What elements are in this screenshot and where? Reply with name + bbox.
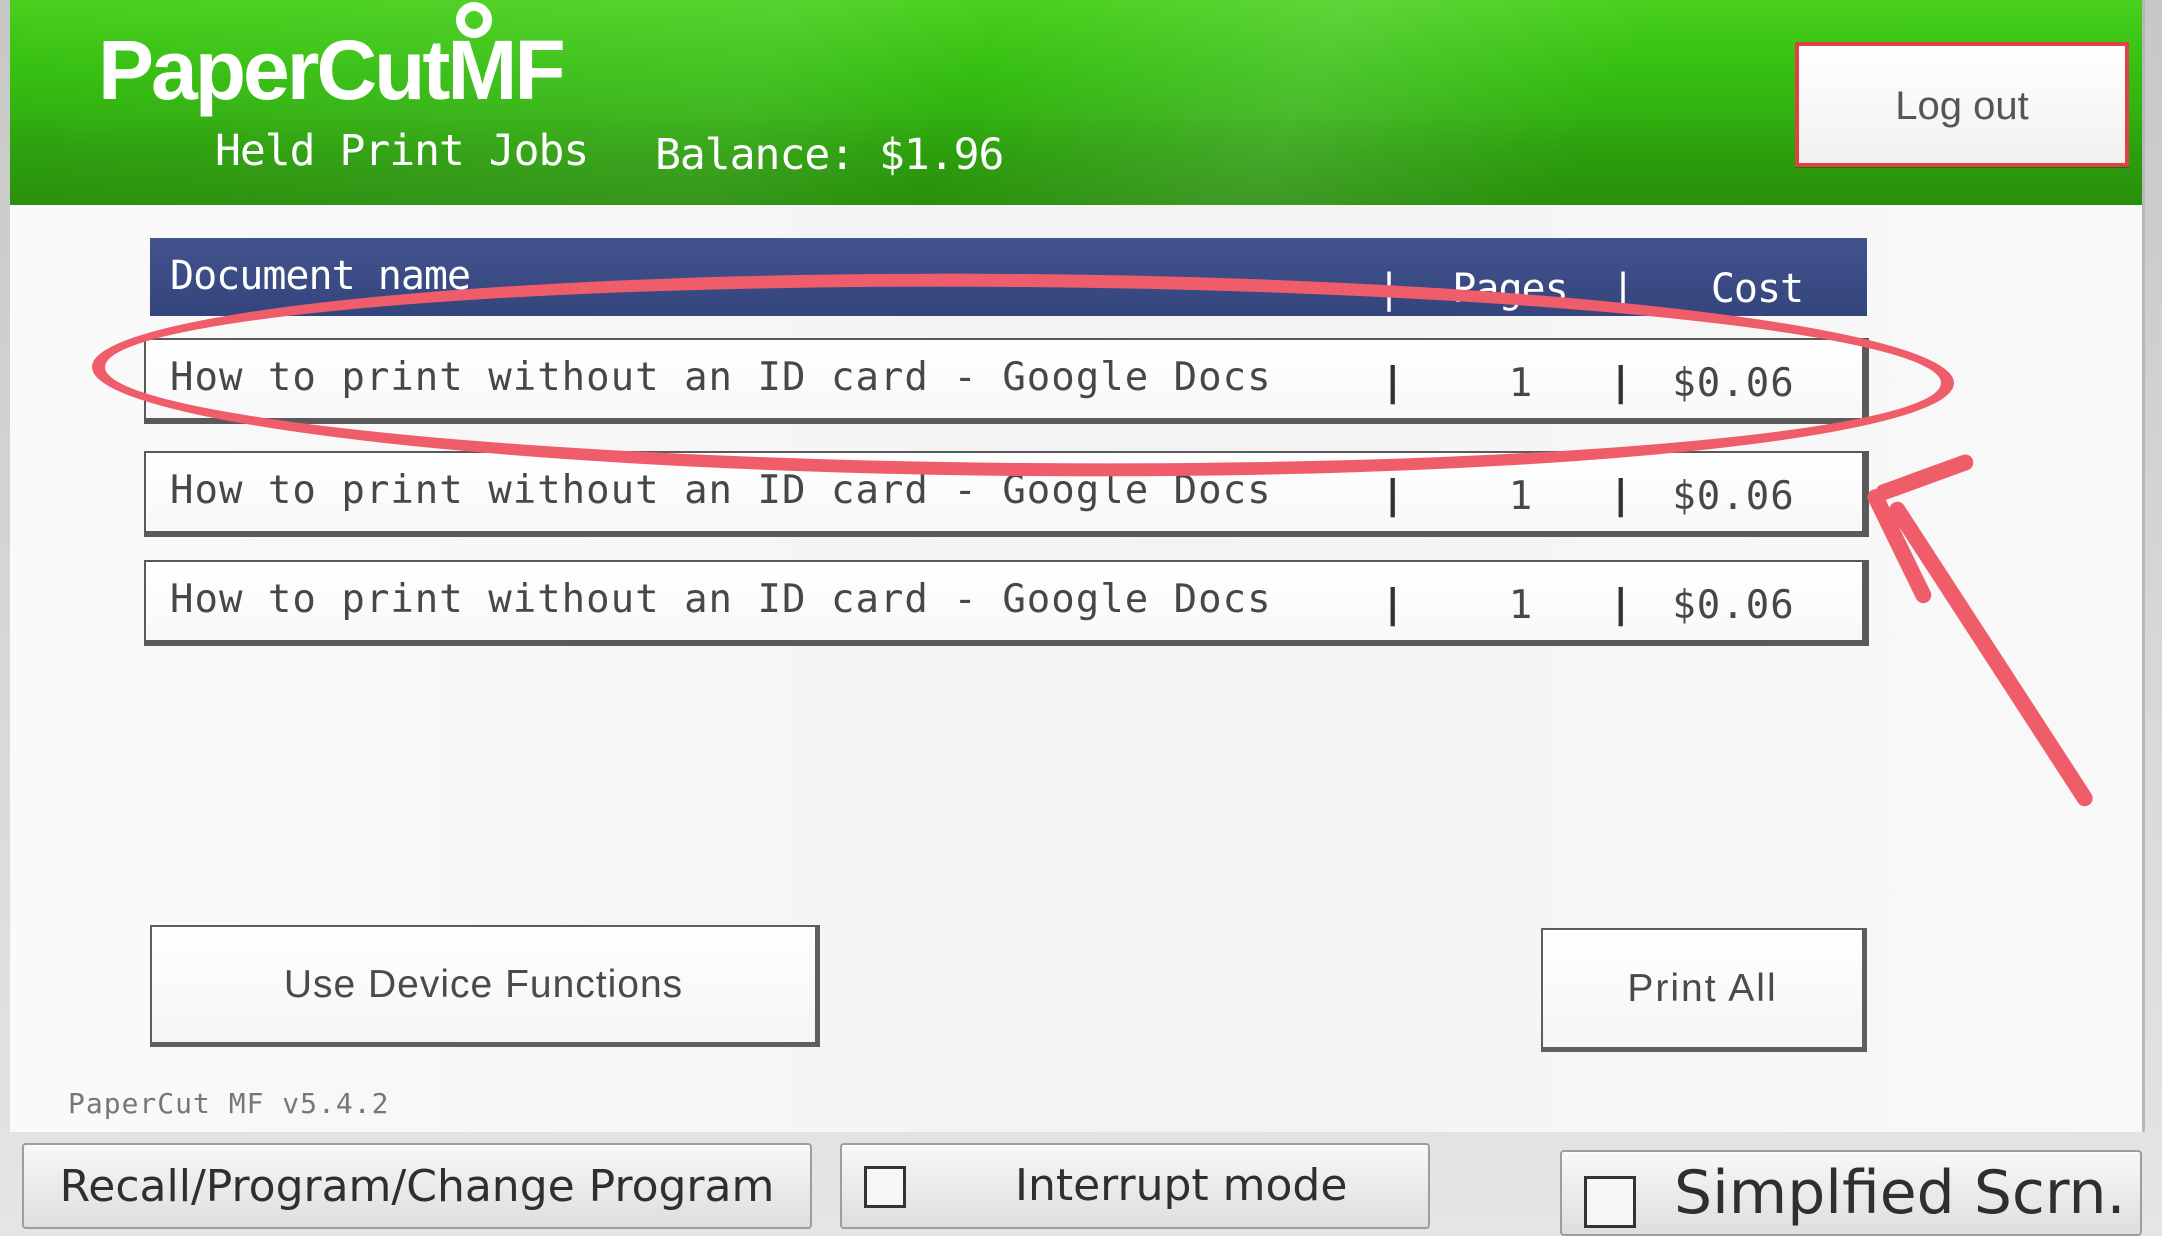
column-separator: | xyxy=(1381,473,1406,518)
document-name-header: Document name xyxy=(170,253,471,299)
balance-display: Balance: $1.96 xyxy=(655,130,1004,180)
checkbox-icon xyxy=(864,1166,906,1208)
simplified-screen-label: Simplfied Scrn. xyxy=(1674,1158,2126,1228)
print-job-row[interactable]: How to print without an ID card - Google… xyxy=(144,451,1869,537)
use-device-functions-button[interactable]: Use Device Functions xyxy=(150,925,820,1047)
document-name: How to print without an ID card - Google… xyxy=(170,355,1272,400)
cost-header: Cost xyxy=(1710,266,1804,312)
column-separator: | xyxy=(1609,582,1634,627)
interrupt-mode-label: Interrupt mode xyxy=(1015,1160,1348,1211)
column-separator: | xyxy=(1377,266,1401,312)
print-all-button[interactable]: Print All xyxy=(1541,928,1867,1052)
device-frame: PaperCutMF Held Print Jobs Balance: $1.9… xyxy=(0,0,2162,1236)
print-job-row[interactable]: How to print without an ID card - Google… xyxy=(144,338,1869,424)
table-header: Document name | Pages | Cost xyxy=(150,238,1867,316)
held-jobs-table: Document name | Pages | Cost How to prin… xyxy=(144,238,1870,668)
version-label: PaperCut MF v5.4.2 xyxy=(68,1087,390,1120)
column-separator: | xyxy=(1611,266,1635,312)
page-count: 1 xyxy=(1508,583,1534,628)
logo-mark-icon xyxy=(456,2,492,38)
simplified-screen-button[interactable]: Simplfied Scrn. xyxy=(1560,1150,2142,1236)
column-separator: | xyxy=(1609,360,1634,405)
app-header: PaperCutMF Held Print Jobs Balance: $1.9… xyxy=(10,0,2142,205)
job-cost: $0.06 xyxy=(1672,361,1795,406)
page-title: Held Print Jobs xyxy=(215,126,589,176)
job-cost: $0.06 xyxy=(1672,583,1795,628)
column-separator: | xyxy=(1381,582,1406,627)
interrupt-mode-button[interactable]: Interrupt mode xyxy=(840,1143,1430,1229)
print-job-row[interactable]: How to print without an ID card - Google… xyxy=(144,560,1869,646)
column-separator: | xyxy=(1381,360,1406,405)
page-count: 1 xyxy=(1508,361,1534,406)
column-separator: | xyxy=(1609,473,1634,518)
job-cost: $0.06 xyxy=(1672,474,1795,519)
brand-suffix: MF xyxy=(447,23,565,117)
document-name: How to print without an ID card - Google… xyxy=(170,468,1272,513)
document-name: How to print without an ID card - Google… xyxy=(170,577,1272,622)
logout-button[interactable]: Log out xyxy=(1795,42,2129,167)
papercut-logo: PaperCutMF xyxy=(98,22,578,118)
page-count: 1 xyxy=(1508,474,1534,519)
brand-name: PaperCut xyxy=(98,23,450,117)
pages-header: Pages xyxy=(1452,266,1568,312)
checkbox-icon xyxy=(1584,1176,1636,1228)
papercut-screen: PaperCutMF Held Print Jobs Balance: $1.9… xyxy=(10,0,2145,1132)
recall-program-button[interactable]: Recall/Program/Change Program xyxy=(22,1143,812,1229)
